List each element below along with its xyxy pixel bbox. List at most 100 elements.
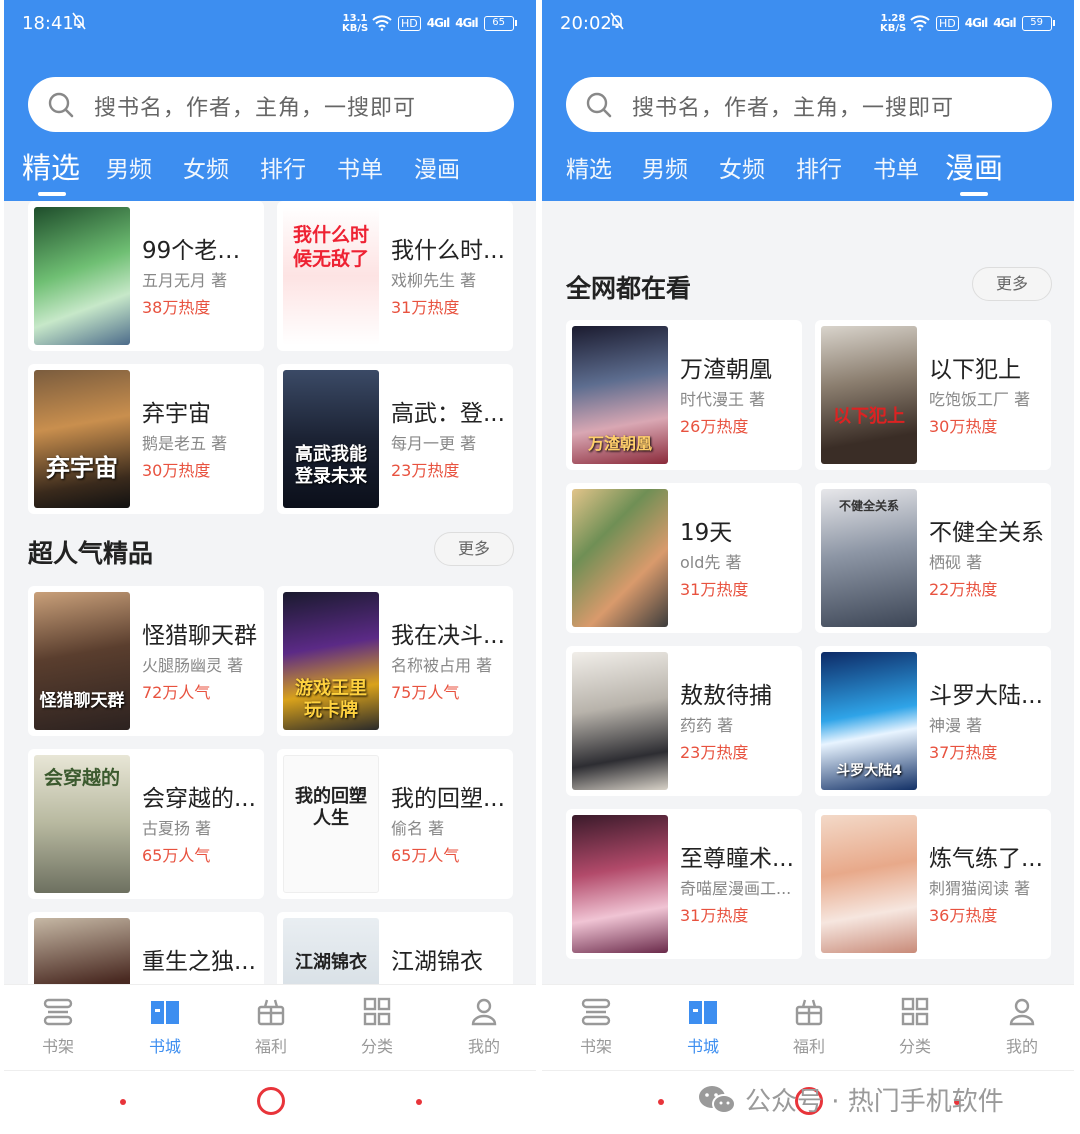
book-card[interactable]: 会穿越的 会穿越的... 古夏扬 著 65万人气	[28, 749, 264, 899]
tab-comics[interactable]: 漫画	[945, 145, 1003, 187]
search-input[interactable]: 搜书名，作者，主角，一搜即可	[566, 77, 1052, 132]
status-bar: 20:02 1.28 KB/S HD 4Gıl 4Gıl 59	[542, 0, 1074, 50]
nav-label: 我的	[1005, 1037, 1038, 1056]
comic-heat: 37万热度	[929, 743, 998, 762]
book-title: 高武：登...	[391, 401, 505, 427]
section-title: 全网都在看	[566, 274, 692, 303]
nav-label: 书城	[686, 1037, 719, 1056]
comic-card[interactable]: 至尊瞳术... 奇喵屋漫画工... 31万热度	[566, 809, 802, 959]
more-button[interactable]: 更多	[434, 532, 514, 566]
nav-label: 分类	[898, 1037, 931, 1056]
silent-bell-icon	[610, 12, 624, 30]
comic-card[interactable]: 敖敖待捕 药药 著 23万热度	[566, 646, 802, 796]
tab-ranking[interactable]: 排行	[260, 150, 306, 184]
nav-welfare[interactable]: 福利	[774, 997, 844, 1057]
tab-ranking[interactable]: 排行	[796, 150, 842, 184]
nav-label: 福利	[792, 1037, 825, 1056]
book-card[interactable]: 99个老婆... 五月无月 著 38万热度	[28, 201, 264, 351]
nav-label: 分类	[360, 1037, 393, 1056]
book-cover	[34, 207, 130, 345]
nav-label: 书架	[579, 1037, 612, 1056]
tab-female[interactable]: 女频	[183, 150, 229, 184]
book-card[interactable]: 怪猎聊天群 怪猎聊天群 火腿肠幽灵 著 72万人气	[28, 586, 264, 736]
search-input[interactable]: 搜书名，作者，主角，一搜即可	[28, 77, 514, 132]
comic-card[interactable]: 万渣朝凰 万渣朝凰 时代漫王 著 26万热度	[566, 320, 802, 470]
comic-card[interactable]: 以下犯上 以下犯上 吃饱饭工厂 著 30万热度	[815, 320, 1051, 470]
system-nav-bar: 公众号 · 热门手机软件	[542, 1070, 1074, 1134]
book-heat: 65万人气	[391, 846, 460, 865]
nav-welfare[interactable]: 福利	[236, 997, 306, 1057]
comic-author: 神漫 著	[929, 716, 983, 735]
book-title: 99个老婆...	[142, 238, 262, 264]
comic-card[interactable]: 19天 old先 著 31万热度	[566, 483, 802, 633]
tab-booklist[interactable]: 书单	[873, 150, 919, 184]
book-title: 我什么时...	[391, 238, 505, 264]
nav-bookshelf[interactable]: 书架	[561, 997, 631, 1057]
system-home-button[interactable]	[257, 1087, 285, 1115]
book-card[interactable]: 我的回塑人生 我的回塑... 偷名 著 65万人气	[277, 749, 513, 899]
watermark-text: 公众号 · 热门手机软件	[745, 1087, 1004, 1117]
system-back-button[interactable]	[658, 1099, 664, 1105]
bottom-nav: 书架 书城 福利 分类 我的	[4, 984, 536, 1070]
phone-screen-left: 18:41 13.1 KB/S HD 4Gıl 4Gıl 65 搜书名，作者，主角…	[4, 0, 536, 1134]
system-recent-button[interactable]	[416, 1099, 422, 1105]
active-tab-indicator	[38, 192, 66, 196]
tab-featured[interactable]: 精选	[22, 145, 80, 187]
book-card[interactable]: 重生之独...	[28, 912, 264, 984]
tab-female[interactable]: 女频	[719, 150, 765, 184]
book-title: 怪猎聊天群	[142, 623, 257, 649]
nav-bookstore[interactable]: 书城	[668, 997, 738, 1057]
nav-category[interactable]: 分类	[342, 997, 412, 1057]
nav-bookshelf[interactable]: 书架	[23, 997, 93, 1057]
book-card[interactable]: 江湖锦衣 江湖锦衣	[277, 912, 513, 984]
comic-title: 至尊瞳术...	[680, 846, 794, 872]
book-card[interactable]: 弃宇宙 弃宇宙 鹅是老五 著 30万热度	[28, 364, 264, 514]
book-cover: 游戏王里玩卡牌	[283, 592, 379, 730]
comic-author: old先 著	[680, 553, 742, 572]
comic-title: 万渣朝凰	[680, 357, 772, 383]
hd-badge: HD	[936, 15, 959, 31]
tab-booklist[interactable]: 书单	[337, 150, 383, 184]
tab-featured[interactable]: 精选	[566, 150, 612, 184]
bookshelf-icon	[581, 998, 611, 1026]
grid-icon	[901, 997, 929, 1026]
book-cover: 江湖锦衣	[283, 918, 379, 984]
book-heat: 23万热度	[391, 461, 460, 480]
search-placeholder: 搜书名，作者，主角，一搜即可	[94, 96, 417, 121]
book-heat: 65万人气	[142, 846, 211, 865]
tab-comics[interactable]: 漫画	[414, 150, 460, 184]
system-back-button[interactable]	[120, 1099, 126, 1105]
search-placeholder: 搜书名，作者，主角，一搜即可	[632, 96, 955, 121]
wifi-icon	[910, 15, 930, 31]
book-author: 火腿肠幽灵 著	[142, 656, 244, 675]
tab-male[interactable]: 男频	[642, 150, 688, 184]
nav-profile[interactable]: 我的	[449, 997, 519, 1057]
book-cover: 我的回塑人生	[283, 755, 379, 893]
hd-badge: HD	[398, 15, 421, 31]
signal-icon: 4Gıl	[964, 16, 988, 30]
book-author: 鹅是老五 著	[142, 434, 228, 453]
nav-category[interactable]: 分类	[880, 997, 950, 1057]
book-cover: 弃宇宙	[34, 370, 130, 508]
nav-label: 我的	[467, 1037, 500, 1056]
comic-title: 19天	[680, 520, 733, 546]
book-heat: 38万热度	[142, 298, 211, 317]
nav-profile[interactable]: 我的	[987, 997, 1057, 1057]
tab-male[interactable]: 男频	[106, 150, 152, 184]
comic-card[interactable]: 炼气练了... 刺猬猫阅读 著 36万热度	[815, 809, 1051, 959]
book-card[interactable]: 我什么时候无敌了 我什么时... 戏柳先生 著 31万热度	[277, 201, 513, 351]
grid-icon	[363, 997, 391, 1026]
nav-bookstore[interactable]: 书城	[130, 997, 200, 1057]
book-card[interactable]: 高武我能登录未来 高武：登... 每月一更 著 23万热度	[277, 364, 513, 514]
comic-heat: 26万热度	[680, 417, 749, 436]
book-title: 我的回塑...	[391, 786, 505, 812]
net-speed: 13.1 KB/S	[342, 13, 369, 34]
comic-card[interactable]: 不健全关系 不健全关系 栖砚 著 22万热度	[815, 483, 1051, 633]
more-button[interactable]: 更多	[972, 267, 1052, 301]
book-heat: 72万人气	[142, 683, 211, 702]
book-card[interactable]: 游戏王里玩卡牌 我在决斗... 名称被占用 著 75万人气	[277, 586, 513, 736]
comic-card[interactable]: 斗罗大陆4 斗罗大陆... 神漫 著 37万热度	[815, 646, 1051, 796]
comic-heat: 36万热度	[929, 906, 998, 925]
header: 18:41 13.1 KB/S HD 4Gıl 4Gıl 65 搜书名，作者，主角…	[4, 0, 536, 201]
gift-icon	[795, 999, 823, 1026]
